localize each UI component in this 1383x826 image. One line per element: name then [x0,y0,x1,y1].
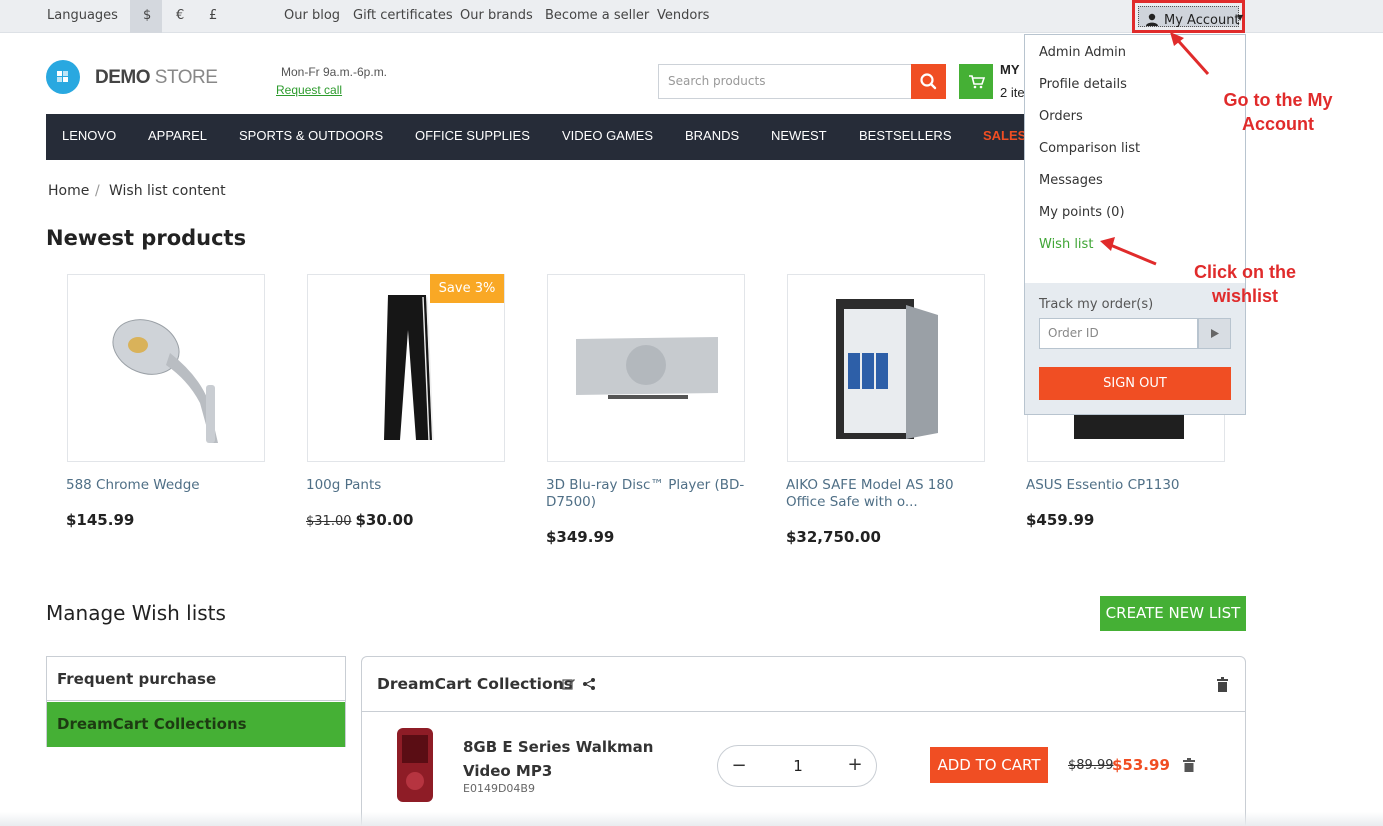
logo-text[interactable]: DEMO STORE [95,67,218,89]
arrow-to-account-icon [1170,32,1210,76]
wishlist-list: Frequent purchase DreamCart Collections [46,656,346,747]
user-icon [1146,13,1158,26]
edit-icon[interactable] [562,677,576,691]
product-name[interactable]: ASUS Essentio CP1130 [1026,477,1226,494]
nav-lenovo[interactable]: LENOVO [62,128,116,143]
product-price: $30.00 [355,511,414,529]
link-blog[interactable]: Our blog [284,8,340,23]
request-call-link[interactable]: Request call [276,83,342,97]
breadcrumb-current: Wish list content [109,183,226,199]
trash-icon[interactable] [1183,758,1195,772]
link-vendors[interactable]: Vendors [657,8,709,23]
nav-bestsellers[interactable]: BESTSELLERS [859,128,952,143]
currency-usd[interactable]: $ [143,8,151,23]
nav-video-games[interactable]: VIDEO GAMES [562,128,653,143]
menu-item-comparison[interactable]: Comparison list [1039,141,1140,156]
search-button[interactable] [911,64,946,99]
panel-header: DreamCart Collections [362,657,1245,712]
search-input[interactable]: Search products [658,64,911,99]
cart-icon [969,75,986,89]
annotation-go-account: Go to the My Account [1223,90,1333,134]
quantity-stepper[interactable]: − 1 + [717,745,877,787]
trash-icon[interactable] [1216,677,1229,692]
play-icon [1211,329,1219,338]
product-old-price: $31.00 [306,514,352,529]
nav-apparel[interactable]: APPAREL [148,128,207,143]
cart-button[interactable] [959,64,993,99]
nav-sales[interactable]: SALES [983,128,1026,143]
link-brands[interactable]: Our brands [460,8,533,23]
track-submit-button[interactable] [1198,318,1231,349]
item-name[interactable]: 8GB E Series Walkman Video MP3 [463,735,703,783]
search-icon [920,73,937,90]
product-price: $459.99 [1026,511,1095,529]
product-image-bluray[interactable] [547,274,745,462]
arrow-to-wishlist-icon [1100,237,1157,266]
quantity-value[interactable]: 1 [788,757,808,775]
product-price: $32,750.00 [786,528,881,546]
cart-count[interactable]: 2 items [1000,85,1024,100]
nav-office-supplies[interactable]: OFFICE SUPPLIES [415,128,530,143]
save-badge: Save 3% [430,274,504,303]
menu-item-messages[interactable]: Messages [1039,173,1103,188]
menu-item-points[interactable]: My points (0) [1039,205,1125,220]
item-image-walkman[interactable] [396,727,434,803]
logo-icon[interactable] [46,60,80,94]
product-price: $145.99 [66,511,135,529]
add-to-cart-button[interactable]: ADD TO CART [930,747,1048,783]
share-icon[interactable] [582,677,596,691]
menu-item-wishlist[interactable]: Wish list [1039,237,1093,252]
bottom-shadow [0,812,1383,826]
breadcrumb-separator: / [95,183,100,199]
caret-down-icon: ▼ [1237,13,1244,22]
order-id-input[interactable]: Order ID [1039,318,1198,349]
newest-products-title: Newest products [46,226,247,250]
order-id-placeholder: Order ID [1048,326,1099,340]
product-image-wedge[interactable] [67,274,265,462]
item-sku: E0149D04B9 [463,782,535,795]
product-name[interactable]: 588 Chrome Wedge [66,477,266,494]
nav-newest[interactable]: NEWEST [771,128,827,143]
product-name[interactable]: AIKO SAFE Model AS 180 Office Safe with … [786,477,986,511]
breadcrumb-home[interactable]: Home [48,183,89,199]
product-price-group: $31.00 $30.00 [306,511,413,529]
product-name[interactable]: 100g Pants [306,477,506,494]
my-account-label: My Account [1164,13,1240,28]
link-become-seller[interactable]: Become a seller [545,8,649,23]
link-gift-certificates[interactable]: Gift certificates [353,8,453,23]
sign-out-button[interactable]: SIGN OUT [1039,367,1231,400]
store-hours: Mon-Fr 9a.m.-6p.m. [281,65,388,79]
menu-item-orders[interactable]: Orders [1039,109,1083,124]
main-nav: LENOVO APPAREL SPORTS & OUTDOORS OFFICE … [46,114,1026,160]
wishlist-item-dreamcart[interactable]: DreamCart Collections [47,702,345,747]
panel-title: DreamCart Collections [377,675,573,693]
currency-gbp[interactable]: £ [209,8,217,23]
wishlist-item-frequent[interactable]: Frequent purchase [47,657,345,701]
currency-eur[interactable]: € [176,8,184,23]
my-account-button[interactable]: My Account ▼ [1132,0,1245,33]
minus-icon[interactable]: − [730,755,748,777]
nav-brands[interactable]: BRANDS [685,128,739,143]
cart-title[interactable]: MY [1000,62,1020,77]
search-placeholder: Search products [668,74,766,88]
track-order-label: Track my order(s) [1039,297,1154,312]
menu-item-admin[interactable]: Admin Admin [1039,45,1126,60]
product-name[interactable]: 3D Blu-ray Disc™ Player (BD-D7500) [546,477,746,511]
annotation-click-wishlist: Click on the wishlist [1193,262,1296,306]
item-old-price: $89.99 [1068,758,1114,773]
plus-icon[interactable]: + [846,754,864,776]
item-price: $53.99 [1112,756,1170,774]
product-price: $349.99 [546,528,615,546]
languages-menu[interactable]: Languages [47,8,118,23]
nav-sports-outdoors[interactable]: SPORTS & OUTDOORS [239,128,383,143]
menu-item-profile[interactable]: Profile details [1039,77,1127,92]
product-image-safe[interactable] [787,274,985,462]
create-new-list-button[interactable]: CREATE NEW LIST [1100,596,1246,631]
manage-wishlists-title: Manage Wish lists [46,601,226,625]
